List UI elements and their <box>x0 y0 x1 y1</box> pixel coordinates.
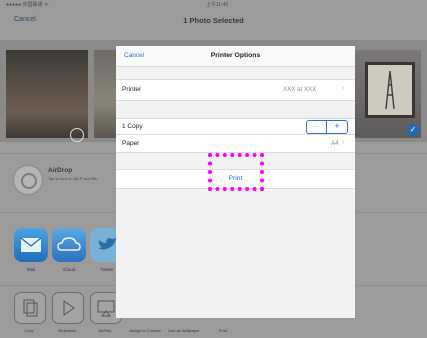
airdrop-title: AirDrop <box>48 167 73 174</box>
action-label-airplay: AirPlay <box>98 328 112 333</box>
action-label-assign-contact: Assign to Contact <box>129 328 161 333</box>
status-time: 上午11:46 <box>206 2 229 8</box>
airdrop-icon <box>13 165 43 195</box>
chevron-right-icon: › <box>342 85 345 92</box>
popover-cancel-button[interactable]: Cancel <box>124 52 144 59</box>
eiffel-painting <box>365 62 415 118</box>
nav-bar: 1 Photo Selected Cancel <box>0 10 427 36</box>
icloud-icon[interactable] <box>52 228 86 262</box>
airdrop-subtitle: Tap to turn on Wi-Fi and Blu <box>48 176 98 181</box>
highlight-box <box>208 153 264 191</box>
stepper-plus-button[interactable]: + <box>327 121 347 133</box>
popover-header: Printer Options Cancel <box>116 46 355 67</box>
popover-title: Printer Options <box>210 52 261 59</box>
action-label-print: Print <box>218 328 228 333</box>
action-label-wallpaper: Use as Wallpaper <box>168 328 200 333</box>
nav-cancel-button[interactable]: Cancel <box>14 16 36 23</box>
copies-stepper[interactable]: − + <box>306 120 348 134</box>
paper-label: Paper <box>122 140 140 147</box>
stepper-minus-button[interactable]: − <box>307 121 327 133</box>
selection-circle-icon[interactable] <box>70 128 84 142</box>
photo-thumbnail[interactable] <box>94 50 118 138</box>
app-label-icloud: iCloud <box>62 267 76 272</box>
checkmark-icon[interactable]: ✓ <box>407 124 419 136</box>
printer-row[interactable]: Printer XXX at XXX › <box>116 79 355 101</box>
page-title: 1 Photo Selected <box>183 16 244 25</box>
app-label-mail: Mail <box>26 267 36 272</box>
action-label-slideshow: Slideshow <box>57 328 77 333</box>
copies-label: 1 Copy <box>122 123 143 130</box>
carrier-signal: ●●●●● 中国联通 ᯤ <box>6 2 49 8</box>
action-label-copy: Copy <box>24 328 34 333</box>
mail-icon[interactable] <box>14 228 48 262</box>
printer-value: XXX at XXX <box>283 86 317 93</box>
copy-icon[interactable] <box>14 292 46 324</box>
slideshow-icon[interactable] <box>52 292 84 324</box>
paper-row[interactable]: Paper A4 › <box>116 134 355 153</box>
paper-value: A4 <box>331 140 339 147</box>
printer-label: Printer <box>122 86 142 93</box>
airdrop-rings <box>21 173 37 189</box>
ipad-screen: ●●●●● 中国联通 ᯤ 上午11:46 1 Photo Selected Ca… <box>0 0 427 338</box>
status-bar: ●●●●● 中国联通 ᯤ 上午11:46 <box>0 0 427 10</box>
photo-thumbnail[interactable] <box>6 50 88 142</box>
chevron-right-icon: › <box>342 139 345 146</box>
copies-row: 1 Copy − + <box>116 118 355 135</box>
